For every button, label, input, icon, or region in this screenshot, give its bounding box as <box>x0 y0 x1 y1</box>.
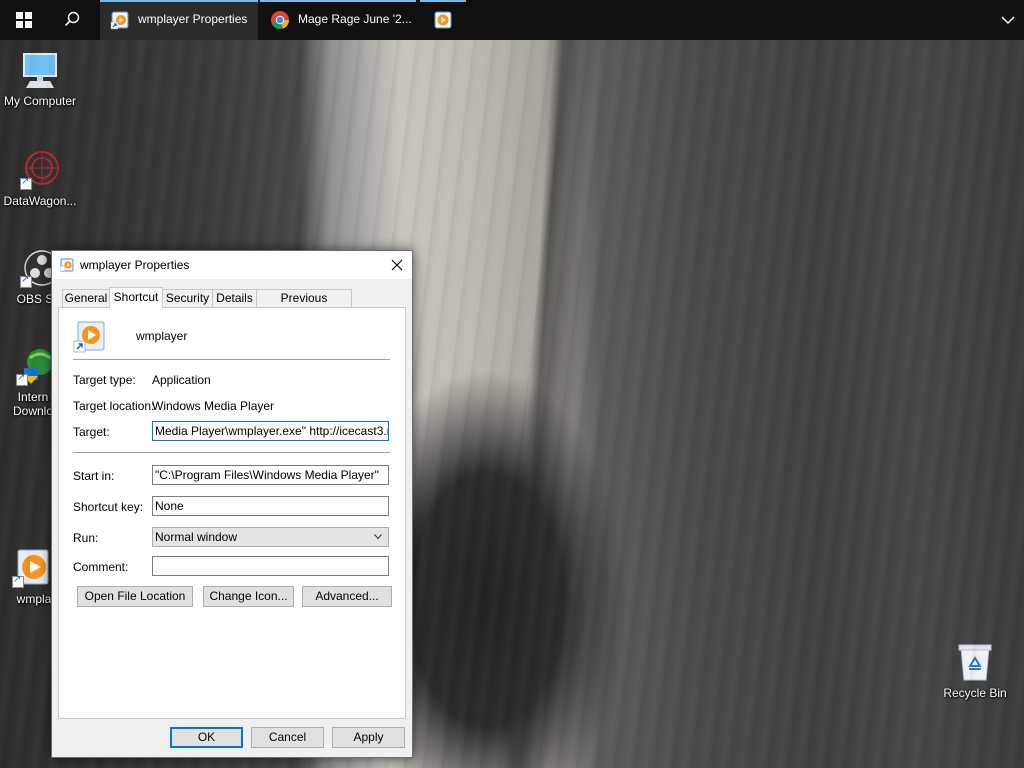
close-icon <box>391 259 403 271</box>
change-icon-button[interactable]: Change Icon... <box>203 586 294 607</box>
recycle-bin-icon <box>958 644 992 681</box>
separator <box>73 452 390 453</box>
target-input[interactable]: Media Player\wmplayer.exe" http://icecas… <box>152 421 389 441</box>
chevron-down-icon <box>374 534 382 540</box>
desktop-icon-label: Recycle Bin <box>943 686 1007 700</box>
taskbar-item-wmplayer-properties[interactable]: wmplayer Properties <box>100 0 258 40</box>
windows-logo-icon <box>16 12 32 28</box>
close-button[interactable] <box>382 251 412 279</box>
separator <box>73 359 390 360</box>
run-label: Run: <box>73 531 99 545</box>
taskbar-item-wmplayer[interactable] <box>420 0 466 40</box>
taskbar-item-chrome[interactable]: Mage Rage June '2... <box>260 0 416 40</box>
dialog-title: wmplayer Properties <box>80 258 190 272</box>
run-select[interactable]: Normal window <box>152 527 389 547</box>
app-name: wmplayer <box>136 329 188 343</box>
desktop-background: wmplayer Properties Mage Rage June '2... <box>0 0 1024 768</box>
comment-label: Comment: <box>73 560 129 574</box>
tab-security[interactable]: Security <box>162 289 213 307</box>
desktop-icon-label: DataWagon... <box>3 194 77 208</box>
chrome-icon <box>271 11 289 30</box>
taskbar-item-label: wmplayer Properties <box>138 12 248 26</box>
target-type-label: Target type: <box>73 373 136 387</box>
run-select-value: Normal window <box>155 530 238 544</box>
ok-button[interactable]: OK <box>170 727 243 748</box>
computer-icon <box>23 53 57 88</box>
taskbar: wmplayer Properties Mage Rage June '2... <box>0 0 1024 40</box>
wmp-icon <box>60 258 74 272</box>
wmp-icon <box>73 321 105 353</box>
dialog-titlebar[interactable]: wmplayer Properties <box>52 251 412 279</box>
desktop-icon-recycle-bin[interactable]: Recycle Bin <box>935 642 1015 700</box>
wmp-icon <box>434 11 452 29</box>
desktop-icon-label: My Computer <box>3 94 77 108</box>
target-type-value: Application <box>152 373 211 387</box>
cancel-button[interactable]: Cancel <box>251 727 324 748</box>
target-location-value: Windows Media Player <box>152 399 275 413</box>
shortcut-tab-panel: wmplayer Target type: Application Target… <box>58 307 406 719</box>
shortcut-key-input[interactable]: None <box>152 496 389 516</box>
taskbar-item-label: Mage Rage June '2... <box>298 12 412 26</box>
wmp-icon <box>110 11 129 30</box>
desktop-icon-datawagon[interactable]: DataWagon... <box>0 150 80 208</box>
comment-input[interactable] <box>152 556 389 576</box>
tab-shortcut[interactable]: Shortcut <box>109 287 163 308</box>
chevron-down-icon[interactable] <box>1000 12 1016 28</box>
shortcut-key-label: Shortcut key: <box>73 500 144 514</box>
start-button[interactable] <box>0 0 48 40</box>
desktop-icon-my-computer[interactable]: My Computer <box>0 50 80 108</box>
open-file-location-button[interactable]: Open File Location <box>77 586 193 607</box>
properties-dialog: wmplayer Properties General Shortcut Sec… <box>51 250 413 758</box>
apply-button[interactable]: Apply <box>332 727 405 748</box>
target-location-label: Target location: <box>73 399 155 413</box>
start-in-label: Start in: <box>73 469 115 483</box>
tab-details[interactable]: Details <box>212 289 257 307</box>
search-icon <box>64 11 80 27</box>
target-label: Target: <box>73 425 110 439</box>
tab-general[interactable]: General <box>62 289 110 307</box>
search-button[interactable] <box>48 0 96 40</box>
advanced-button[interactable]: Advanced... <box>302 586 392 607</box>
start-in-input[interactable]: "C:\Program Files\Windows Media Player" <box>152 465 389 485</box>
tab-previous-versions[interactable]: Previous Versions <box>256 289 352 322</box>
